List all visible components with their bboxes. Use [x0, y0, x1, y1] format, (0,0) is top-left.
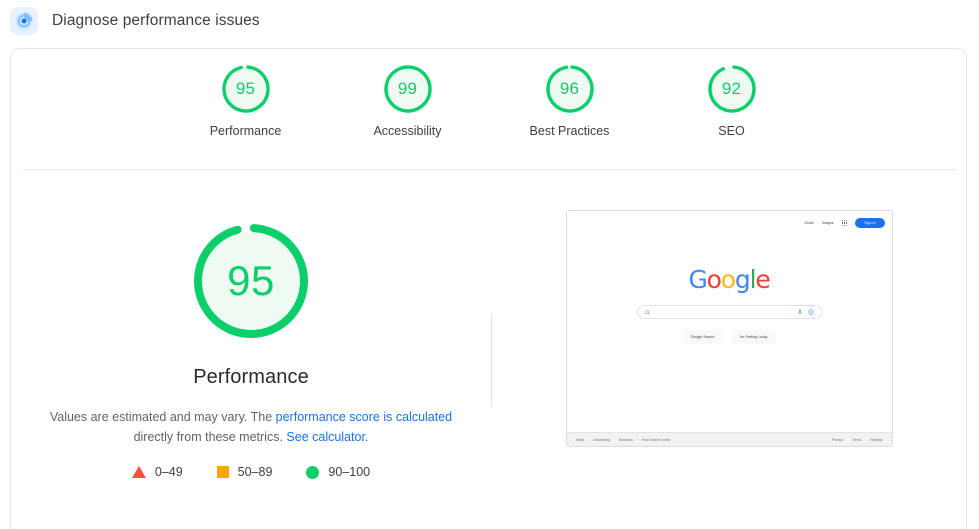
screenshot-footer: About Advertising Business How Search wo…	[567, 432, 892, 446]
footer-links-right: Privacy Terms Settings	[832, 438, 883, 442]
business-link: Business	[619, 438, 633, 442]
category-score-strip: 95 Performance 99 Accessibility	[11, 63, 966, 138]
settings-link: Settings	[870, 438, 882, 442]
disclaimer-text-part1: Values are estimated and may vary. The	[50, 410, 276, 424]
final-screenshot[interactable]: Gmail Images Sign in Google	[566, 210, 893, 447]
gauge-label: Performance	[210, 124, 282, 138]
legend-range-pass: 90–100	[328, 465, 370, 479]
category-gauge-seo[interactable]: 92 SEO	[672, 63, 792, 138]
screenshot-buttons: Google Search I'm Feeling Lucky	[683, 330, 776, 344]
logo-letter-e: e	[755, 265, 769, 294]
images-link: Images	[822, 221, 834, 225]
gmail-link: Gmail	[804, 221, 813, 225]
legend-range-fail: 0–49	[155, 465, 183, 479]
logo-letter-o1: o	[707, 265, 721, 294]
gauge-label: Best Practices	[530, 124, 610, 138]
advertising-link: Advertising	[593, 438, 610, 442]
logo-letter-g2: g	[735, 265, 750, 294]
triangle-icon	[132, 466, 146, 478]
performance-score-calculated-link[interactable]: performance score is calculated	[276, 410, 452, 424]
screenshot-center: Google	[567, 267, 892, 344]
performance-score-value: 95	[191, 221, 311, 341]
gauge-label: SEO	[718, 124, 744, 138]
google-logo: Google	[688, 267, 769, 292]
google-search-button: Google Search	[683, 330, 723, 344]
gauge-score-value: 92	[706, 63, 758, 115]
legend-range-average: 50–89	[238, 465, 273, 479]
terms-link: Terms	[852, 438, 861, 442]
how-search-works-link: How Search works	[642, 438, 670, 442]
page-title: Diagnose performance issues	[52, 12, 260, 30]
gauge-score-value: 99	[382, 63, 434, 115]
screenshot-topbar: Gmail Images Sign in	[804, 218, 884, 228]
gauge-label: Accessibility	[373, 124, 441, 138]
gauge-score-value: 96	[544, 63, 596, 115]
sign-in-button: Sign in	[855, 218, 884, 228]
final-screenshot-column: Gmail Images Sign in Google	[492, 204, 966, 447]
page-header: Diagnose performance issues	[10, 6, 260, 36]
performance-score-column: 95 Performance Values are estimated and …	[11, 204, 491, 479]
legend-item-fail: 0–49	[132, 465, 183, 479]
disclaimer-text-part2: directly from these metrics.	[134, 430, 287, 444]
about-link: About	[576, 438, 585, 442]
category-gauge-best-practices[interactable]: 96 Best Practices	[510, 63, 630, 138]
gauge-ring: 99	[382, 63, 434, 115]
score-legend: 0–49 50–89 90–100	[132, 465, 370, 479]
google-lens-icon	[808, 309, 814, 315]
search-icon	[645, 310, 650, 315]
score-disclaimer: Values are estimated and may vary. The p…	[41, 407, 461, 447]
gauge-ring: 95	[220, 63, 272, 115]
gauge-ring: 96	[544, 63, 596, 115]
report-card: 95 Performance 99 Accessibility	[10, 48, 967, 529]
legend-item-average: 50–89	[217, 465, 273, 479]
search-box-actions	[798, 309, 814, 315]
legend-item-pass: 90–100	[306, 465, 370, 479]
lighthouse-report-page: Diagnose performance issues 95 Performan…	[0, 0, 979, 529]
circle-icon	[306, 466, 319, 479]
performance-gauge: 95	[191, 221, 311, 341]
category-gauge-performance[interactable]: 95 Performance	[186, 63, 306, 138]
privacy-link: Privacy	[832, 438, 843, 442]
search-input	[637, 305, 822, 319]
gauge-ring: 92	[706, 63, 758, 115]
microphone-icon	[798, 309, 802, 315]
gauge-score-value: 95	[220, 63, 272, 115]
square-icon	[217, 466, 229, 478]
lighthouse-icon	[10, 7, 38, 35]
section-divider	[23, 169, 956, 170]
apps-grid-icon	[842, 220, 848, 226]
performance-label: Performance	[193, 366, 309, 389]
see-calculator-link[interactable]: See calculator.	[286, 430, 368, 444]
logo-letter-g1: G	[688, 265, 706, 294]
logo-letter-o2: o	[721, 265, 735, 294]
performance-summary: 95 Performance Values are estimated and …	[11, 204, 966, 479]
feeling-lucky-button: I'm Feeling Lucky	[732, 330, 776, 344]
footer-links-left: About Advertising Business How Search wo…	[576, 438, 671, 442]
category-gauge-accessibility[interactable]: 99 Accessibility	[348, 63, 468, 138]
